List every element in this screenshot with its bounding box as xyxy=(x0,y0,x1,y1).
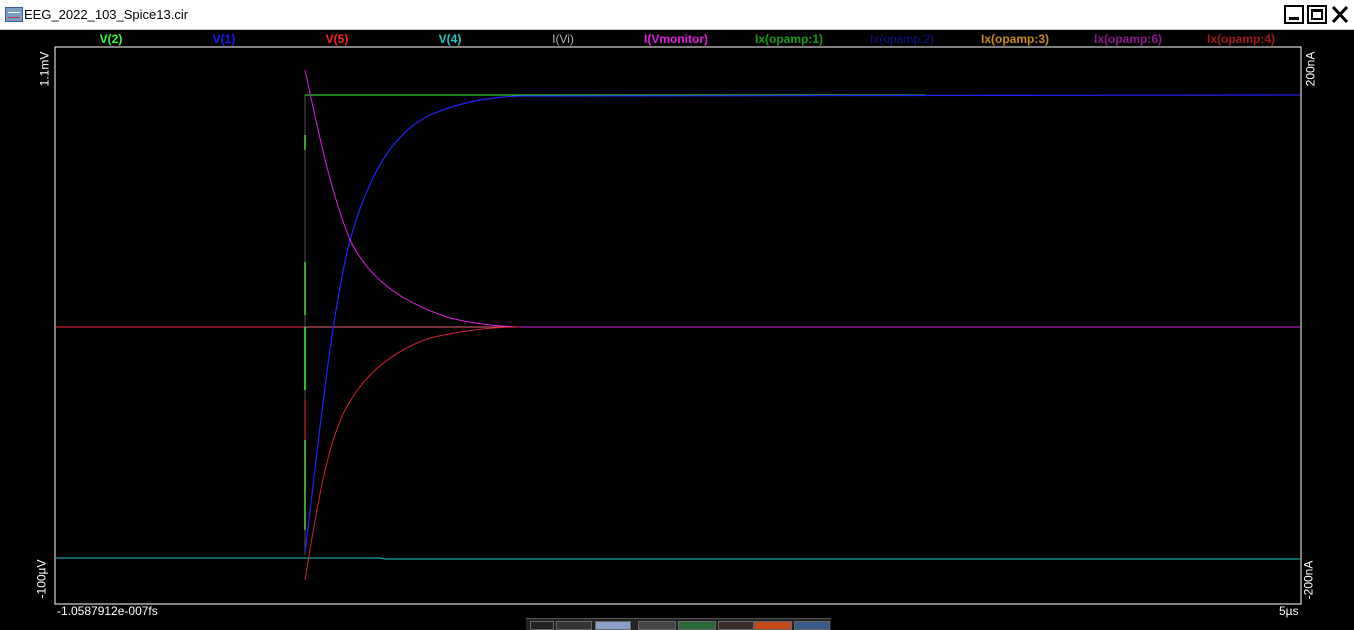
y-right-top-label: 200nA xyxy=(1303,51,1318,87)
y-left-bottom-label: -100µV xyxy=(34,559,49,599)
x-start-label: -1.0587912e-007fs xyxy=(57,604,158,618)
waveform-plot[interactable] xyxy=(0,0,1354,629)
bottom-toolbar xyxy=(526,618,831,630)
trace-ix-opamp-4 xyxy=(304,326,521,581)
x-end-label: 5µs xyxy=(1279,604,1299,618)
y-right-bottom-label: -200nA xyxy=(1301,560,1316,600)
trace-i-vmonitor xyxy=(304,69,1300,328)
plot-frame xyxy=(54,46,1302,605)
trace-v1 xyxy=(304,94,1301,553)
y-left-top-label: 1.1mV xyxy=(37,51,52,87)
trace-v4 xyxy=(56,557,1300,560)
